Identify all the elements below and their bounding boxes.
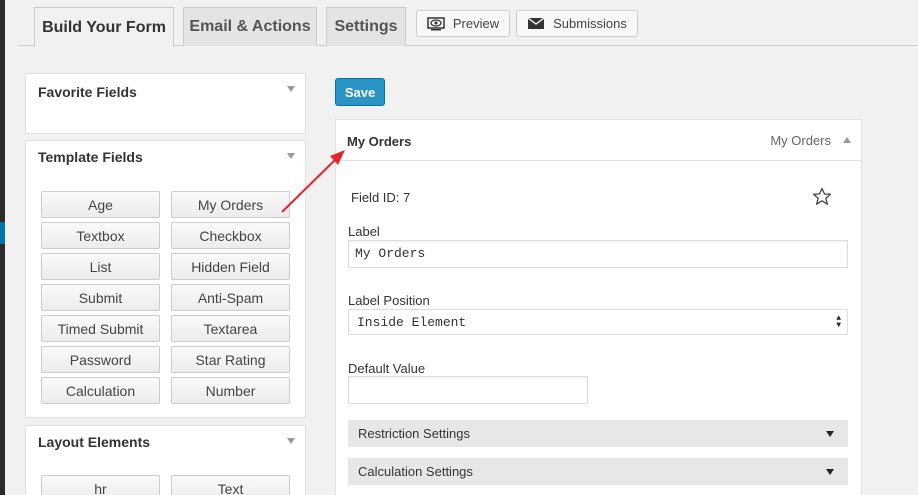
expand-caret-icon xyxy=(826,431,834,437)
layout-elements-title[interactable]: Layout Elements xyxy=(38,434,150,450)
admin-menu-indicator xyxy=(0,222,5,244)
field-button-calculation[interactable]: Calculation xyxy=(41,377,160,404)
field-button-my-orders[interactable]: My Orders xyxy=(171,191,290,218)
field-title: My Orders xyxy=(347,134,412,149)
template-fields-panel: Template Fields Age My Orders Textbox Check… xyxy=(25,140,306,418)
label-position-value: Inside Element xyxy=(357,315,467,330)
field-button-hr[interactable]: hr xyxy=(41,475,160,495)
restriction-settings-section[interactable]: Restriction Settings xyxy=(348,420,848,447)
collapse-up-icon[interactable] xyxy=(843,137,851,143)
expand-caret-icon xyxy=(826,469,834,475)
collapse-caret-icon[interactable] xyxy=(287,153,295,159)
field-button-checkbox[interactable]: Checkbox xyxy=(171,222,290,249)
form-builder-screen: Build Your Form Email & Actions Settings… xyxy=(0,0,918,495)
template-fields-title[interactable]: Template Fields xyxy=(38,149,143,165)
label-position-caption: Label Position xyxy=(348,293,430,308)
calculation-settings-label: Calculation Settings xyxy=(358,464,473,479)
tab-email-actions[interactable]: Email & Actions xyxy=(183,7,317,46)
collapse-caret-icon[interactable] xyxy=(287,438,295,444)
default-value-caption: Default Value xyxy=(348,361,426,376)
save-button[interactable]: Save xyxy=(335,78,385,106)
submissions-label: Submissions xyxy=(553,16,627,31)
field-editor: My Orders My Orders Field ID: 7 Label My… xyxy=(335,119,862,495)
submissions-button[interactable]: Submissions xyxy=(516,10,638,37)
field-button-submit[interactable]: Submit xyxy=(41,284,160,311)
field-button-list[interactable]: List xyxy=(41,253,160,280)
favorite-fields-title[interactable]: Favorite Fields xyxy=(38,84,137,100)
field-type: My Orders xyxy=(770,133,831,148)
tab-build-your-form[interactable]: Build Your Form xyxy=(34,7,174,47)
field-button-hidden-field[interactable]: Hidden Field xyxy=(171,253,290,280)
field-button-password[interactable]: Password xyxy=(41,346,160,373)
field-button-textarea[interactable]: Textarea xyxy=(171,315,290,342)
collapse-caret-icon[interactable] xyxy=(287,86,295,92)
favorite-fields-panel: Favorite Fields xyxy=(25,73,306,134)
field-id: Field ID: 7 xyxy=(351,190,411,205)
favorite-star-icon[interactable] xyxy=(812,187,832,206)
envelope-icon xyxy=(527,17,545,29)
field-button-textbox[interactable]: Textbox xyxy=(41,222,160,249)
field-editor-header[interactable]: My Orders My Orders xyxy=(336,120,861,161)
label-caption: Label xyxy=(348,224,380,239)
restriction-settings-label: Restriction Settings xyxy=(358,426,470,441)
field-button-age[interactable]: Age xyxy=(41,191,160,218)
label-input[interactable]: My Orders xyxy=(348,240,848,268)
field-button-text[interactable]: Text xyxy=(171,475,290,495)
field-button-number[interactable]: Number xyxy=(171,377,290,404)
field-button-anti-spam[interactable]: Anti-Spam xyxy=(171,284,290,311)
preview-button[interactable]: Preview xyxy=(416,10,510,37)
field-button-star-rating[interactable]: Star Rating xyxy=(171,346,290,373)
select-arrows-icon: ▲ ▼ xyxy=(836,314,841,330)
eye-icon xyxy=(427,16,445,30)
tab-settings[interactable]: Settings xyxy=(326,7,406,46)
admin-sidebar-edge xyxy=(0,0,5,495)
label-position-select[interactable]: Inside Element ▲ ▼ xyxy=(348,309,848,335)
default-value-input[interactable] xyxy=(348,376,588,404)
preview-label: Preview xyxy=(452,16,500,31)
field-button-timed-submit[interactable]: Timed Submit xyxy=(41,315,160,342)
layout-elements-panel: Layout Elements hr Text xyxy=(25,425,306,495)
calculation-settings-section[interactable]: Calculation Settings xyxy=(348,458,848,485)
